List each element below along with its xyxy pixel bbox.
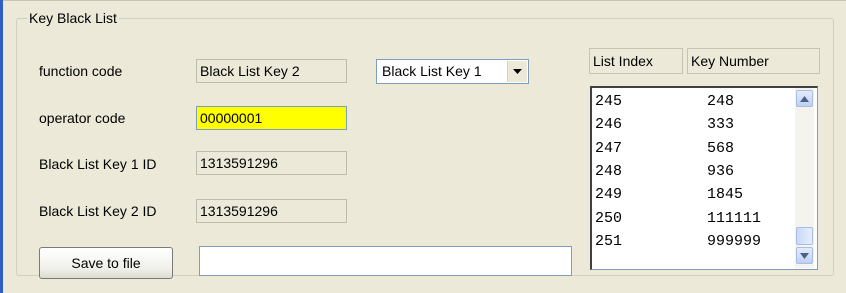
list-index-cell: 251 bbox=[595, 232, 623, 250]
key1-id-field: 1313591296 bbox=[196, 151, 347, 175]
window-top-edge bbox=[3, 0, 846, 1]
key-select-value: Black List Key 1 bbox=[382, 63, 482, 79]
key-number-cell: 936 bbox=[707, 162, 735, 180]
key-number-cell: 999999 bbox=[707, 232, 762, 250]
list-item[interactable]: 245 248 bbox=[595, 90, 785, 113]
key-number-header: Key Number bbox=[687, 48, 820, 74]
group-title: Key Black List bbox=[29, 10, 117, 26]
list-index-cell: 247 bbox=[595, 139, 623, 157]
list-index-cell: 249 bbox=[595, 186, 623, 204]
list-item[interactable]: 251 999999 bbox=[595, 230, 785, 253]
list-item[interactable]: 248 936 bbox=[595, 160, 785, 183]
list-index-header: List Index bbox=[589, 48, 683, 74]
list-item[interactable]: 250 111111 bbox=[595, 207, 785, 230]
key-number-cell: 333 bbox=[707, 116, 735, 134]
list-index-cell: 245 bbox=[595, 93, 623, 110]
chevron-down-icon[interactable] bbox=[507, 61, 527, 82]
key-number-cell: 248 bbox=[707, 93, 735, 110]
save-to-file-button[interactable]: Save to file bbox=[39, 247, 173, 279]
list-index-cell: 250 bbox=[595, 209, 623, 227]
list-index-cell: 246 bbox=[595, 116, 623, 134]
scroll-thumb[interactable] bbox=[796, 227, 813, 245]
window-left-edge bbox=[0, 0, 3, 293]
file-path-input[interactable] bbox=[199, 246, 572, 276]
key-number-cell: 111111 bbox=[707, 209, 762, 227]
operator-code-field[interactable]: 00000001 bbox=[196, 106, 347, 130]
key-select-dropdown[interactable]: Black List Key 1 bbox=[376, 59, 529, 84]
list-item[interactable]: 249 1845 bbox=[595, 183, 785, 206]
key-number-cell: 568 bbox=[707, 139, 735, 157]
list-scrollbar[interactable] bbox=[795, 88, 814, 268]
operator-code-label: operator code bbox=[39, 110, 126, 126]
function-code-field: Black List Key 2 bbox=[196, 59, 347, 83]
list-item[interactable]: 246 333 bbox=[595, 113, 785, 136]
list-item[interactable]: 247 568 bbox=[595, 137, 785, 160]
key-number-cell: 1845 bbox=[707, 186, 744, 204]
key2-id-label: Black List Key 2 ID bbox=[39, 203, 157, 219]
key2-id-field: 1313591296 bbox=[196, 199, 347, 223]
black-list-listbox[interactable]: 245 248 246 333 247 568 248 936 249 1845 250 111111… bbox=[590, 86, 818, 270]
scroll-down-icon[interactable] bbox=[796, 247, 813, 264]
scroll-up-icon[interactable] bbox=[796, 90, 813, 107]
function-code-label: function code bbox=[39, 63, 123, 79]
key1-id-label: Black List Key 1 ID bbox=[39, 156, 157, 172]
list-index-cell: 248 bbox=[595, 162, 623, 180]
